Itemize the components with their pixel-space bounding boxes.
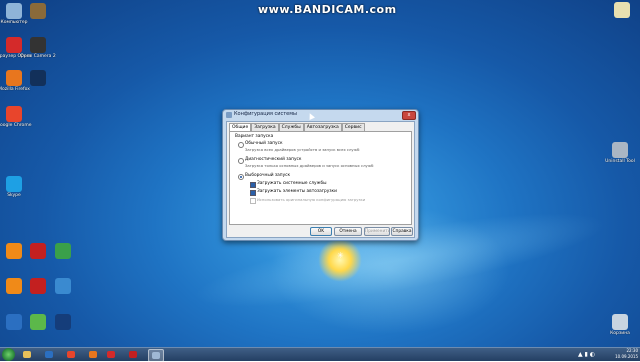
desktop-shortcut-label: Компьютер [0,20,28,25]
checkbox-original-boot-config-label: Использовать оригинальную конфигурацию з… [257,197,366,202]
app-dark-icon [55,314,71,330]
bandicam-icon [129,351,137,358]
taskbar-item[interactable] [148,349,164,362]
desktop-shortcut-label: Skype [7,193,21,198]
desktop-shortcut-label: Корзина [610,331,630,336]
option-selective-label[interactable]: Выборочный запуск [245,173,290,178]
app-globe-icon [55,243,71,259]
desktop-shortcut[interactable] [20,3,56,19]
chrome-icon [6,106,22,122]
desktop-shortcut[interactable] [45,314,81,330]
desktop-shortcut-label: Google Chrome [0,123,32,128]
taskbar-item[interactable] [42,349,56,360]
checkbox-startup-items[interactable] [250,190,256,196]
app-red-icon [30,243,46,259]
startup-group-label: Вариант запуска [235,134,274,139]
photoshop-icon [30,70,46,86]
window-title: Конфигурация системы [234,111,297,117]
app-green-icon [30,314,46,330]
media-player-icon [45,351,53,358]
option-diagnostic-desc: Загрузка только основных драйверов и зап… [245,163,374,168]
start-button[interactable] [2,348,15,361]
desktop-shortcut[interactable]: Uninstall Tool [602,142,638,164]
desktop-shortcut[interactable] [45,243,81,259]
checkbox-startup-items-label[interactable]: Загружать элементы автозагрузки [257,189,337,194]
desktop-shortcut-label: Uninstall Tool [605,159,635,164]
desktop-shortcut[interactable] [604,2,640,18]
desktop-shortcut[interactable]: Skype [0,176,32,198]
msconfig-window: Конфигурация системы x Общие Загрузка Служ… [222,109,419,241]
taskbar-item[interactable] [64,349,78,360]
option-diagnostic-label[interactable]: Диагностический запуск [245,157,301,162]
checkbox-system-services-label[interactable]: Загружать системные службы [257,181,327,186]
checkbox-system-services[interactable] [250,182,256,188]
taskbar: ▲ ▮ ◐ 22:30 10.09.2015 [0,347,640,362]
opera-icon [107,351,115,358]
radio-diagnostic-startup[interactable] [238,158,244,164]
wallpaper-sun [318,238,362,282]
firefox-icon [89,351,97,358]
taskbar-item[interactable] [20,349,34,360]
window-client: Общие Загрузка Службы Автозагрузка Сервис Ва… [226,121,415,238]
app-winamp-icon [30,278,46,294]
msconfig-icon [152,352,160,359]
tray-icons[interactable]: ▲ ▮ ◐ [578,351,595,358]
msconfig-icon [226,112,232,118]
explorer-icon [23,351,31,358]
help-button[interactable]: Справка [391,227,413,236]
apply-button: Применить [364,227,391,236]
recycle-bin-icon [612,314,628,330]
chrome-icon [67,351,75,358]
image-icon [30,3,46,19]
skype-icon [6,176,22,192]
option-normal-label[interactable]: Обычный запуск [245,141,283,146]
desktop: www.BANDICAM.com Компьютер Браузер Opera M… [0,0,640,347]
app-network-icon [55,278,71,294]
taskbar-item[interactable] [126,349,140,360]
radio-selective-startup[interactable] [238,174,244,180]
window-titlebar[interactable]: Конфигурация системы x [223,110,418,120]
desktop-shortcut-label: Open Camera 2 [20,54,56,59]
taskbar-item[interactable] [86,349,100,360]
desktop-shortcut[interactable]: Open Camera 2 [20,37,56,59]
radio-normal-startup[interactable] [238,142,244,148]
checkbox-original-boot-config [250,198,256,204]
cancel-button[interactable]: Отмена [334,227,362,236]
desktop-shortcut[interactable] [45,278,81,294]
desktop-shortcut[interactable]: Корзина [602,314,638,336]
tab-panel-general: Вариант запуска Обычный запуск Загрузка … [229,131,412,225]
ok-button[interactable]: OK [310,227,332,236]
camera-icon [30,37,46,53]
clock-date: 10.09.2015 [615,354,638,359]
tab-strip: Общие Загрузка Службы Автозагрузка Сервис [229,123,365,133]
taskbar-item[interactable] [104,349,118,360]
bandicam-watermark: www.BANDICAM.com [258,3,397,16]
tray-clock[interactable]: 22:30 10.09.2015 [615,348,638,360]
file-icon [614,2,630,18]
uninstall-tool-icon [612,142,628,158]
busy-cursor-icon: ✳ [337,251,344,260]
desktop-shortcut[interactable] [20,70,56,86]
close-button[interactable]: x [402,111,416,120]
desktop-shortcut-label: Mozilla Firefox [0,87,30,92]
option-normal-desc: Загрузка всех драйверов устройств и запу… [245,147,360,152]
desktop-shortcut[interactable]: Google Chrome [0,106,32,128]
